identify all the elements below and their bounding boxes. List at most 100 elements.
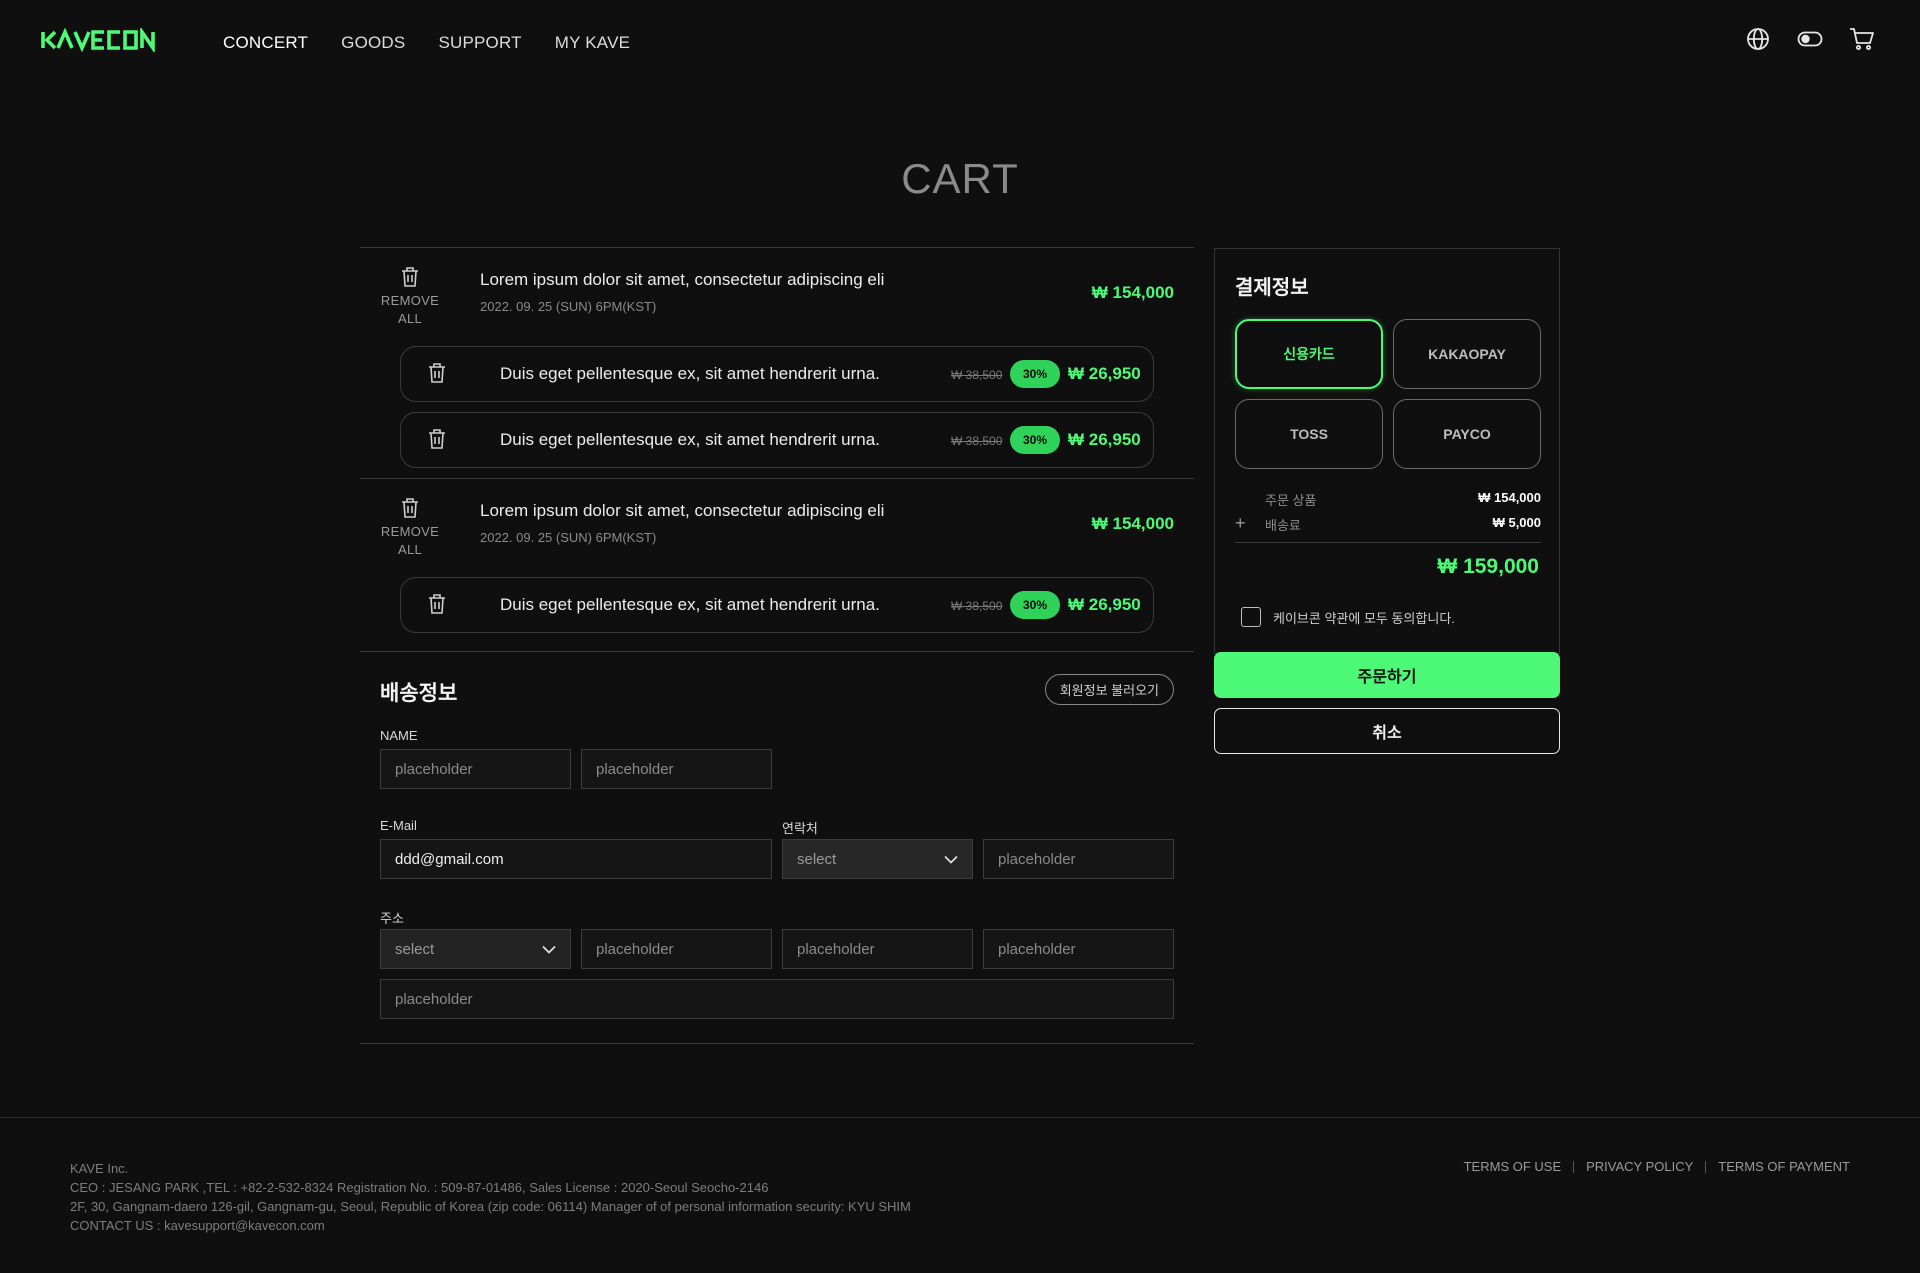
shipping-section: 배송정보 회원정보 불러오기 NAME placeholder placehol… bbox=[360, 652, 1194, 1043]
payment-method-kakaopay[interactable]: KAKAOPAY bbox=[1393, 319, 1541, 389]
chevron-down-icon bbox=[542, 945, 556, 954]
goods-item: Duis eget pellentesque ex, sit amet hend… bbox=[400, 412, 1154, 468]
goods-price: ₩ 26,950 bbox=[1068, 595, 1141, 614]
shipping-fee-label: 배송료 bbox=[1265, 518, 1301, 533]
trash-icon bbox=[402, 267, 418, 287]
email-label: E-Mail bbox=[380, 818, 417, 833]
goods-original-price: ₩ 38,500 bbox=[951, 368, 1003, 382]
discount-badge: 30% bbox=[1010, 360, 1060, 388]
goods-title: Duis eget pellentesque ex, sit amet hend… bbox=[500, 595, 880, 614]
terms-agreement: 케이브콘 약관에 모두 동의합니다. bbox=[1241, 607, 1455, 627]
payment-method-payco[interactable]: PAYCO bbox=[1393, 399, 1541, 469]
nav-concert[interactable]: CONCERT bbox=[223, 32, 308, 54]
address-field-3[interactable]: placeholder bbox=[983, 929, 1174, 969]
phone-label: 연락처 bbox=[782, 821, 818, 836]
concert-price: ₩ 154,000 bbox=[1091, 283, 1174, 302]
globe-icon[interactable] bbox=[1745, 26, 1771, 52]
concert-date: 2022. 09. 25 (SUN) 6PM(KST) bbox=[480, 530, 657, 545]
divider bbox=[360, 1043, 1194, 1044]
nav-goods[interactable]: GOODS bbox=[341, 32, 405, 54]
address-detail-field[interactable]: placeholder bbox=[380, 979, 1174, 1019]
cart-icon[interactable] bbox=[1849, 26, 1875, 52]
goods-title: Duis eget pellentesque ex, sit amet hend… bbox=[500, 364, 880, 383]
phone-number-field[interactable]: placeholder bbox=[983, 839, 1174, 879]
main-nav: CONCERT GOODS SUPPORT MY KAVE bbox=[223, 32, 630, 54]
email-field[interactable]: ddd@gmail.com bbox=[380, 839, 772, 879]
shipping-fee-row: + 배송료 ₩ 5,000 bbox=[1235, 513, 1541, 534]
site-footer: KAVE Inc. CEO : JESANG PARK ,TEL : +82-2… bbox=[0, 1117, 1920, 1273]
discount-badge: 30% bbox=[1010, 591, 1060, 619]
phone-prefix-value: select bbox=[797, 850, 837, 868]
concert-title: Lorem ipsum dolor sit amet, consectetur … bbox=[480, 270, 885, 289]
goods-price: ₩ 26,950 bbox=[1068, 364, 1141, 383]
shipping-fee-value: ₩ 5,000 bbox=[1492, 515, 1541, 530]
address-field-2[interactable]: placeholder bbox=[782, 929, 973, 969]
nav-my-kave[interactable]: MY KAVE bbox=[555, 32, 630, 54]
terms-of-use-link[interactable]: TERMS OF USE bbox=[1464, 1159, 1562, 1174]
company-name: KAVE Inc. bbox=[70, 1161, 129, 1176]
divider bbox=[1235, 542, 1541, 543]
trash-icon bbox=[429, 429, 445, 449]
plus-icon: + bbox=[1235, 513, 1246, 533]
company-address: 2F, 30, Gangnam-daero 126-gil, Gangnam-g… bbox=[70, 1199, 911, 1214]
goods-price: ₩ 26,950 bbox=[1068, 430, 1141, 449]
trash-icon bbox=[429, 594, 445, 614]
phone-prefix-select[interactable]: select bbox=[782, 839, 973, 879]
payment-title: 결제정보 bbox=[1235, 277, 1309, 299]
address-select-value: select bbox=[395, 940, 435, 958]
header-icons bbox=[1745, 26, 1875, 52]
privacy-policy-link[interactable]: PRIVACY POLICY bbox=[1586, 1159, 1693, 1174]
total-price: ₩ 159,000 bbox=[1437, 555, 1539, 578]
concert-title: Lorem ipsum dolor sit amet, consectetur … bbox=[480, 501, 885, 520]
first-name-field[interactable]: placeholder bbox=[380, 749, 571, 789]
address-field-1[interactable]: placeholder bbox=[581, 929, 772, 969]
kavecon-logo-mark bbox=[41, 28, 155, 52]
cart-list: REMOVE ALL Lorem ipsum dolor sit amet, c… bbox=[360, 247, 1194, 1044]
remove-all-button[interactable]: REMOVE ALL bbox=[370, 497, 450, 559]
concert-price: ₩ 154,000 bbox=[1091, 514, 1174, 533]
delete-goods-button[interactable] bbox=[427, 362, 447, 389]
remove-all-button[interactable]: REMOVE ALL bbox=[370, 266, 450, 328]
goods-item: Duis eget pellentesque ex, sit amet hend… bbox=[400, 346, 1154, 402]
address-label: 주소 bbox=[380, 911, 404, 926]
concert-date: 2022. 09. 25 (SUN) 6PM(KST) bbox=[480, 299, 657, 314]
payment-panel: 결제정보 신용카드 KAKAOPAY TOSS PAYCO 주문 상품 ₩ 15… bbox=[1214, 248, 1560, 654]
agree-text: 케이브콘 약관에 모두 동의합니다. bbox=[1273, 610, 1455, 626]
name-label: NAME bbox=[380, 728, 418, 743]
contact-email: CONTACT US : kavesupport@kavecon.com bbox=[70, 1218, 325, 1233]
load-member-info-button[interactable]: 회원정보 불러오기 bbox=[1044, 674, 1174, 705]
order-items-label: 주문 상품 bbox=[1265, 493, 1317, 508]
concert-item: REMOVE ALL Lorem ipsum dolor sit amet, c… bbox=[360, 479, 1194, 577]
footer-links: TERMS OF USE PRIVACY POLICY TERMS OF PAY… bbox=[1464, 1159, 1850, 1174]
discount-badge: 30% bbox=[1010, 426, 1060, 454]
concert-item: REMOVE ALL Lorem ipsum dolor sit amet, c… bbox=[360, 248, 1194, 346]
agree-checkbox[interactable] bbox=[1241, 607, 1261, 627]
link-separator bbox=[1705, 1160, 1707, 1173]
link-separator bbox=[1573, 1160, 1575, 1173]
goods-item: Duis eget pellentesque ex, sit amet hend… bbox=[400, 577, 1154, 633]
company-details: CEO : JESANG PARK ,TEL : +82-2-532-8324 … bbox=[70, 1180, 769, 1195]
toggle-icon[interactable] bbox=[1797, 26, 1823, 52]
goods-original-price: ₩ 38,500 bbox=[951, 434, 1003, 448]
order-items-row: 주문 상품 ₩ 154,000 bbox=[1235, 490, 1541, 509]
goods-original-price: ₩ 38,500 bbox=[951, 599, 1003, 613]
kavecon-logo[interactable] bbox=[41, 28, 167, 52]
chevron-down-icon bbox=[944, 855, 958, 864]
remove-all-label: REMOVE ALL bbox=[380, 293, 440, 326]
cancel-button[interactable]: 취소 bbox=[1214, 708, 1560, 754]
trash-icon bbox=[429, 363, 445, 383]
address-select[interactable]: select bbox=[380, 929, 571, 969]
company-info: KAVE Inc. CEO : JESANG PARK ,TEL : +82-2… bbox=[70, 1159, 911, 1235]
order-button[interactable]: 주문하기 bbox=[1214, 652, 1560, 698]
order-items-value: ₩ 154,000 bbox=[1478, 490, 1541, 505]
payment-method-toss[interactable]: TOSS bbox=[1235, 399, 1383, 469]
terms-of-payment-link[interactable]: TERMS OF PAYMENT bbox=[1718, 1159, 1850, 1174]
last-name-field[interactable]: placeholder bbox=[581, 749, 772, 789]
delete-goods-button[interactable] bbox=[427, 593, 447, 620]
nav-support[interactable]: SUPPORT bbox=[438, 32, 521, 54]
shipping-title: 배송정보 bbox=[380, 682, 458, 705]
payment-method-credit-card[interactable]: 신용카드 bbox=[1235, 319, 1383, 389]
delete-goods-button[interactable] bbox=[427, 428, 447, 455]
site-header: CONCERT GOODS SUPPORT MY KAVE bbox=[0, 0, 1920, 86]
goods-title: Duis eget pellentesque ex, sit amet hend… bbox=[500, 430, 880, 449]
